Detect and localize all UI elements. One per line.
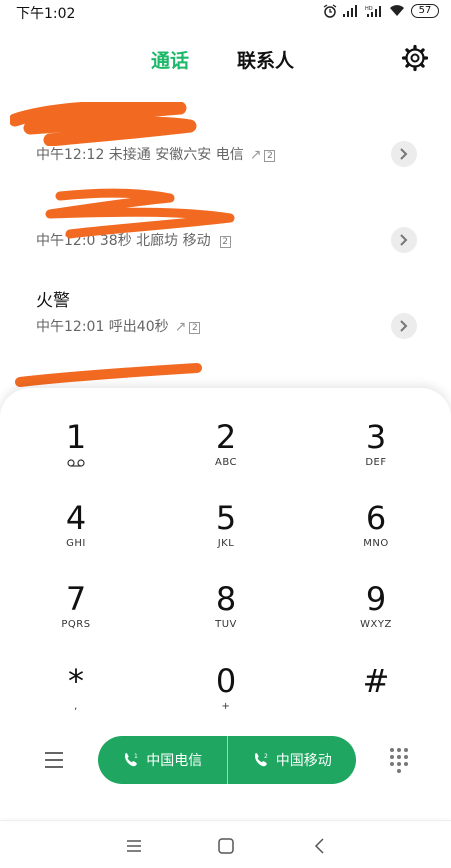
dialpad-key-4[interactable]: 4 GHI (16, 499, 136, 569)
key-letters: TUV (215, 619, 237, 630)
key-letters: , (74, 701, 78, 712)
home-icon[interactable] (216, 837, 236, 855)
key-digit: 1 (65, 418, 87, 456)
call-sim1-button[interactable]: 1 中国电信 (98, 736, 227, 784)
voicemail-icon (67, 459, 85, 467)
status-time: 下午1:02 (16, 6, 76, 22)
call-detail-text: 中午12:12 未接通 安徽六安 电信 (36, 147, 244, 163)
dialpad-key-8[interactable]: 8 TUV (166, 580, 286, 650)
call-log-row[interactable]: 中午12:0 38秒 北廊坊 移动 2 (0, 188, 451, 286)
dialpad-key-9[interactable]: 9 WXYZ (316, 580, 436, 650)
tab-calls[interactable]: 通话 (151, 46, 189, 73)
menu-icon[interactable] (40, 748, 68, 772)
call-log-row[interactable]: 火警 中午12:01 呼出40秒 ↗ 2 (0, 286, 451, 372)
back-icon[interactable] (310, 837, 330, 855)
key-letters: WXYZ (360, 619, 392, 630)
key-digit: 6 (365, 499, 387, 537)
call-detail-text: 中午12:01 呼出40秒 (36, 319, 169, 335)
settings-gear-icon[interactable] (401, 44, 429, 72)
signal-hd-icon: HD (365, 6, 381, 17)
key-digit: 9 (365, 580, 387, 618)
sim1-label: 中国电信 (146, 753, 203, 769)
key-digit: # (362, 662, 390, 700)
dialpad-key-7[interactable]: 7 PQRS (16, 580, 136, 650)
sim-badge: 2 (264, 150, 276, 162)
dialpad-key-5[interactable]: 5 JKL (166, 499, 286, 569)
status-icons: HD 57 (323, 4, 439, 18)
sim-badge: 2 (189, 322, 201, 334)
key-letters: PQRS (61, 619, 91, 630)
key-digit: 8 (215, 580, 237, 618)
dialpad-key-6[interactable]: 6 MNO (316, 499, 436, 569)
key-letters: MNO (363, 538, 389, 549)
chevron-right-icon (400, 234, 408, 246)
key-letters: + (221, 701, 231, 712)
call-detail: 中午12:01 呼出40秒 ↗ 2 (36, 316, 201, 336)
outgoing-call-icon: ↗ (249, 147, 262, 163)
dialpad-key-1[interactable]: 1 (16, 418, 136, 488)
key-digit: 4 (65, 499, 87, 537)
signal-icon (343, 5, 357, 17)
call-details-button[interactable] (391, 227, 417, 253)
svg-text:1: 1 (134, 753, 138, 760)
key-digit: 7 (65, 580, 87, 618)
call-details-button[interactable] (391, 141, 417, 167)
dialpad-key-2[interactable]: 2 ABC (166, 418, 286, 488)
key-letters: DEF (365, 457, 387, 468)
key-digit: 3 (365, 418, 387, 456)
dialpad-key-0[interactable]: 0 + (166, 662, 286, 732)
dialpad-key-3[interactable]: 3 DEF (316, 418, 436, 488)
phone-icon: 1 (125, 753, 138, 767)
call-details-button[interactable] (391, 313, 417, 339)
redaction-scribble (45, 188, 235, 239)
key-letters: JKL (217, 538, 235, 549)
wifi-icon (390, 5, 404, 17)
dialpad-key-star[interactable]: * , (16, 662, 136, 732)
key-digit: 2 (215, 418, 237, 456)
call-name: 火警 (36, 291, 70, 311)
svg-text:2: 2 (264, 753, 268, 760)
call-detail: 中午12:12 未接通 安徽六安 电信 ↗ 2 (36, 144, 276, 164)
svg-text:HD: HD (365, 6, 373, 12)
dialpad-key-hash[interactable]: # (316, 662, 436, 732)
chevron-right-icon (400, 148, 408, 160)
key-digit: 0 (215, 662, 237, 700)
alarm-icon (323, 4, 337, 18)
phone-icon: 2 (254, 753, 268, 767)
key-digit: 5 (215, 499, 237, 537)
outgoing-call-icon: ↗ (174, 319, 187, 335)
header: 通话 联系人 (0, 38, 451, 82)
battery-icon: 57 (411, 4, 439, 18)
key-letters: ABC (214, 457, 237, 468)
recent-apps-icon[interactable] (124, 837, 144, 855)
call-buttons: 1 中国电信 2 中国移动 (98, 736, 356, 784)
sim2-label: 中国移动 (275, 753, 332, 769)
status-bar: 下午1:02 HD 57 (0, 0, 451, 24)
chevron-right-icon (400, 320, 408, 332)
key-letters: GHI (66, 538, 86, 549)
key-digit: * (68, 662, 84, 700)
navigation-bar (0, 820, 451, 868)
redaction-scribble (10, 102, 197, 146)
dialpad-icon[interactable] (388, 746, 410, 774)
tab-contacts[interactable]: 联系人 (237, 46, 294, 73)
call-sim2-button[interactable]: 2 中国移动 (228, 736, 357, 784)
